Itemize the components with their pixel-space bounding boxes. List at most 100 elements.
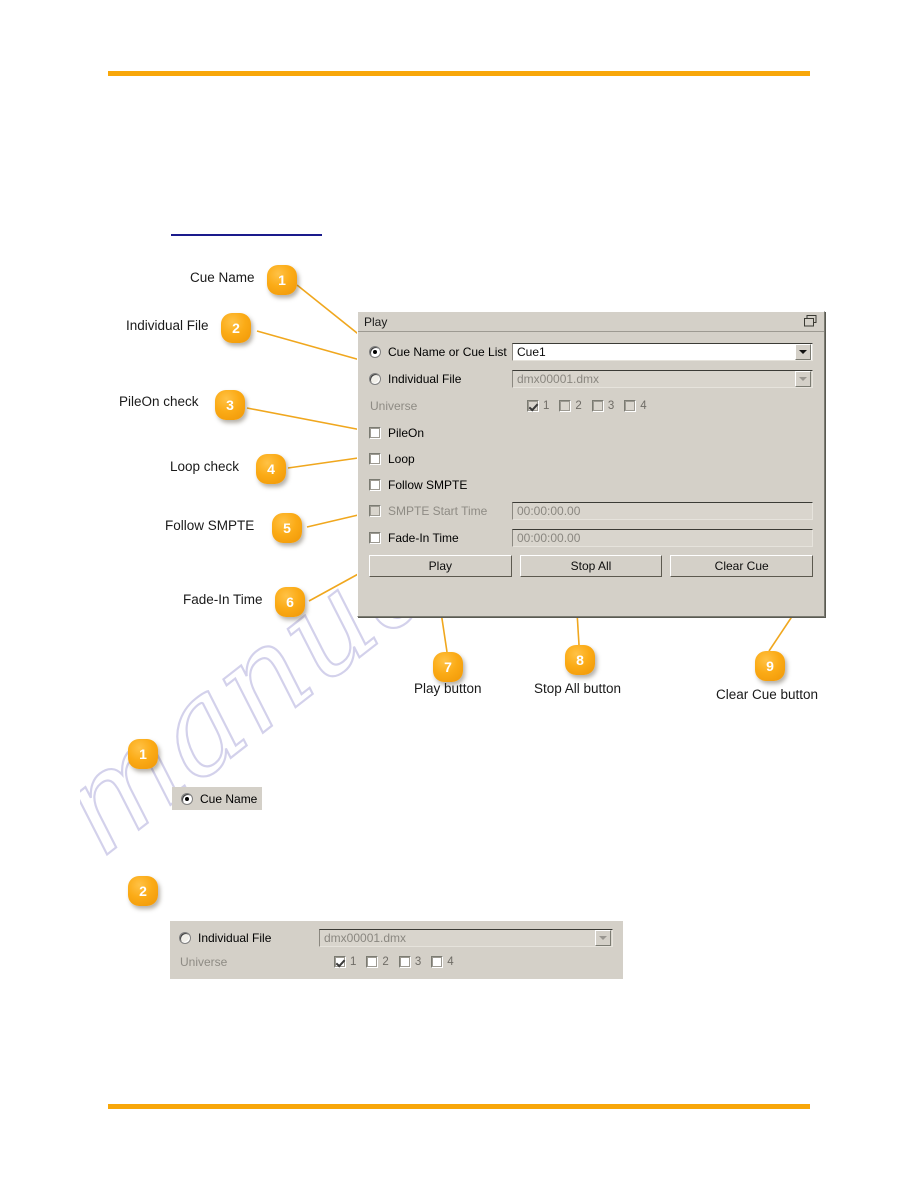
- cue-name-radio[interactable]: [369, 345, 381, 358]
- dialog-title: Play: [364, 314, 388, 329]
- detail-badge-2[interactable]: 2: [128, 876, 158, 906]
- fade-in-time-value: 00:00:00.00: [517, 530, 581, 545]
- callout-label-2: Individual File: [126, 318, 209, 333]
- callout-badge-7[interactable]: 7: [433, 652, 463, 682]
- universe-item-2[interactable]: 2: [559, 399, 582, 412]
- callout-badge-3[interactable]: 3: [215, 390, 245, 420]
- universe-number-1: 1: [543, 399, 550, 412]
- individual-file-radio[interactable]: [369, 372, 381, 385]
- individual-file-combobox[interactable]: dmx00001.dmx: [512, 369, 813, 388]
- detail-universe-item-1[interactable]: 1: [334, 956, 356, 968]
- detail-individual-file-radio[interactable]: [179, 932, 191, 944]
- cue-name-radio-group[interactable]: Cue Name or Cue List: [369, 345, 512, 359]
- section-heading-underline: [171, 234, 322, 236]
- callout-badge-4[interactable]: 4: [256, 454, 286, 484]
- detail-universe-checkbox-1[interactable]: [334, 956, 346, 968]
- callout-badge-5[interactable]: 5: [272, 513, 302, 543]
- detail-universe-item-2[interactable]: 2: [366, 956, 389, 968]
- detail-universe-label: Universe: [180, 955, 228, 969]
- callout-label-8: Stop All button: [534, 681, 622, 696]
- smpte-start-time-input[interactable]: 00:00:00.00: [512, 501, 813, 520]
- callout-label-5: Follow SMPTE: [165, 518, 255, 533]
- individual-file-radio-group[interactable]: Individual File: [369, 372, 512, 386]
- header-rule: [108, 71, 810, 76]
- callout-label-1: Cue Name: [190, 270, 255, 285]
- loop-checkbox[interactable]: [369, 452, 381, 465]
- detail-individual-file-group[interactable]: Individual File: [179, 931, 319, 945]
- fade-in-time-checkbox[interactable]: [369, 531, 381, 544]
- row-individual-file: Individual File dmx00001.dmx: [369, 368, 813, 389]
- detail-universe-number-2: 2: [382, 956, 389, 968]
- detail-badge-1[interactable]: 1: [128, 739, 158, 769]
- individual-file-label: Individual File: [388, 371, 462, 386]
- universe-checkbox-1[interactable]: [527, 399, 539, 412]
- detail-universe-label-col: Universe: [179, 955, 319, 969]
- cue-name-dropdown-button[interactable]: [795, 343, 811, 360]
- universe-checkbox-4[interactable]: [624, 399, 637, 412]
- callout-badge-2[interactable]: 2: [221, 313, 251, 343]
- play-button[interactable]: Play: [369, 555, 512, 577]
- loop-label: Loop: [388, 451, 415, 466]
- detail-individual-file-label: Individual File: [198, 931, 272, 945]
- detail-universe-item-4[interactable]: 4: [431, 956, 454, 968]
- universe-checkbox-3[interactable]: [591, 399, 604, 412]
- follow-smpte-checkbox[interactable]: [369, 478, 381, 491]
- pileon-checkbox[interactable]: [369, 426, 381, 439]
- universe-number-4: 4: [640, 399, 647, 412]
- clear-cue-button[interactable]: Clear Cue: [670, 555, 814, 577]
- row-follow-smpte[interactable]: Follow SMPTE: [369, 474, 813, 495]
- smpte-start-time-group[interactable]: SMPTE Start Time: [369, 504, 512, 518]
- follow-smpte-group[interactable]: Follow SMPTE: [369, 478, 512, 492]
- detail-universe-checkbox-2[interactable]: [366, 956, 379, 968]
- row-smpte-start-time: SMPTE Start Time 00:00:00.00: [369, 500, 813, 521]
- cue-name-value: Cue1: [517, 344, 546, 359]
- smpte-start-time-label: SMPTE Start Time: [388, 503, 488, 518]
- detail-universe-checkbox-4[interactable]: [431, 956, 444, 968]
- row-pileon[interactable]: PileOn: [369, 422, 813, 443]
- dialog-body: Cue Name or Cue List Cue1 Individual Fil…: [358, 332, 824, 577]
- dialog-titlebar: Play: [358, 312, 824, 332]
- callout-badge-8[interactable]: 8: [565, 645, 595, 675]
- detail-cue-name-panel[interactable]: Cue Name: [172, 787, 262, 810]
- detail-cue-name-radio[interactable]: [181, 792, 193, 805]
- detail-universe-checkbox-3[interactable]: [398, 956, 411, 968]
- cue-name-combobox[interactable]: Cue1: [512, 342, 813, 361]
- universe-item-3[interactable]: 3: [591, 399, 615, 412]
- footer-rule: [108, 1104, 810, 1109]
- universe-item-4[interactable]: 4: [624, 399, 647, 412]
- callout-badge-9[interactable]: 9: [755, 651, 785, 681]
- detail-file-dropdown-button[interactable]: [595, 930, 611, 946]
- follow-smpte-label: Follow SMPTE: [388, 477, 468, 492]
- detail-individual-file-panel[interactable]: Individual File dmx00001.dmx Universe 1 …: [170, 921, 623, 979]
- row-loop[interactable]: Loop: [369, 448, 813, 469]
- loop-group[interactable]: Loop: [369, 452, 512, 466]
- universe-checkbox-2[interactable]: [559, 399, 572, 412]
- chevron-down-icon: [799, 376, 807, 381]
- detail-universe-item-3[interactable]: 3: [398, 956, 422, 968]
- detail-individual-file-value: dmx00001.dmx: [324, 931, 407, 945]
- callout-label-3: PileOn check: [119, 394, 199, 409]
- cue-name-label: Cue Name or Cue List: [388, 344, 507, 359]
- fade-in-time-group[interactable]: Fade-In Time: [369, 531, 512, 545]
- stop-all-button[interactable]: Stop All: [519, 555, 663, 577]
- individual-file-dropdown-button[interactable]: [795, 370, 811, 387]
- row-fade-in-time: Fade-In Time 00:00:00.00: [369, 527, 813, 548]
- callout-badge-6[interactable]: 6: [275, 587, 305, 617]
- detail-universe-number-3: 3: [414, 956, 422, 968]
- play-dialog[interactable]: Play Cue Name or Cue List Cue1 Individua…: [357, 311, 825, 617]
- callout-label-7: Play button: [414, 681, 482, 696]
- callout-label-4: Loop check: [170, 459, 240, 474]
- universe-item-1[interactable]: 1: [527, 399, 550, 412]
- restore-window-icon[interactable]: [804, 315, 817, 327]
- dialog-button-row: Play Stop All Clear Cue: [369, 554, 814, 577]
- detail-universe-number-4: 4: [447, 956, 454, 968]
- fade-in-time-input[interactable]: 00:00:00.00: [512, 528, 813, 547]
- universe-number-2: 2: [575, 399, 582, 412]
- detail-individual-file-combobox[interactable]: dmx00001.dmx: [319, 929, 613, 947]
- pileon-group[interactable]: PileOn: [369, 426, 512, 440]
- universe-number-3: 3: [607, 399, 615, 412]
- callout-badge-1[interactable]: 1: [267, 265, 297, 295]
- smpte-start-time-value: 00:00:00.00: [517, 503, 581, 518]
- smpte-start-time-checkbox[interactable]: [369, 504, 381, 517]
- chevron-down-icon: [799, 349, 807, 354]
